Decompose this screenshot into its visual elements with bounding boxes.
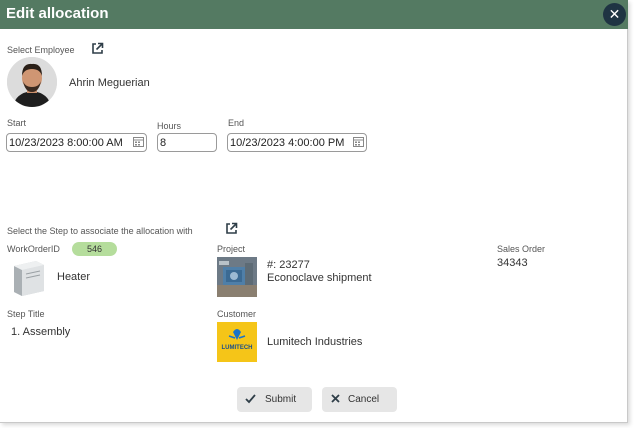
end-value: 10/23/2023 4:00:00 PM	[230, 137, 345, 149]
external-link-icon[interactable]	[225, 222, 238, 235]
select-employee-label: Select Employee	[7, 45, 75, 55]
workorder-name: Heater	[57, 271, 91, 283]
employee-name: Ahrin Meguerian	[69, 77, 150, 89]
employee-avatar	[7, 57, 57, 107]
sales-order-label: Sales Order	[497, 244, 546, 254]
calendar-icon[interactable]	[353, 136, 364, 147]
hours-label: Hours	[157, 121, 182, 131]
project-name: Econoclave shipment	[267, 272, 372, 284]
select-step-label: Select the Step to associate the allocat…	[7, 226, 193, 236]
start-value: 10/23/2023 8:00:00 AM	[9, 137, 123, 149]
project-label: Project	[217, 244, 246, 254]
project-image	[217, 257, 257, 297]
start-label: Start	[7, 118, 27, 128]
calendar-icon[interactable]	[133, 136, 144, 147]
customer-label: Customer	[217, 309, 257, 319]
end-datetime-input[interactable]: 10/23/2023 4:00:00 PM	[227, 133, 367, 152]
close-icon: ✕	[608, 6, 621, 22]
dialog-title: Edit allocation	[6, 5, 109, 22]
external-link-icon[interactable]	[91, 42, 104, 55]
step-title-label: Step Title	[7, 309, 45, 319]
heater-image	[8, 258, 48, 298]
cancel-x-icon	[331, 394, 340, 403]
hours-input[interactable]: 8	[157, 133, 217, 152]
edit-allocation-dialog: Edit allocation ✕ Select Employee Ahrin …	[0, 0, 628, 423]
submit-button[interactable]: Submit	[237, 387, 312, 412]
workorder-id-badge: 546	[72, 242, 117, 256]
project-number: #: 23277	[267, 259, 310, 271]
checkmark-icon	[245, 394, 256, 404]
sales-order-value: 34343	[497, 257, 528, 269]
customer-logo: LUMITECH	[217, 322, 257, 362]
customer-name: Lumitech Industries	[267, 336, 363, 348]
step-title-value: 1. Assembly	[11, 326, 71, 338]
submit-label: Submit	[265, 394, 297, 405]
hours-value: 8	[160, 137, 167, 149]
dialog-titlebar: Edit allocation ✕	[0, 0, 628, 29]
close-button[interactable]: ✕	[603, 3, 626, 26]
cancel-button[interactable]: Cancel	[322, 387, 397, 412]
customer-logo-text: LUMITECH	[221, 345, 253, 351]
workorder-label: WorkOrderID	[7, 244, 60, 254]
end-label: End	[228, 118, 245, 128]
cancel-label: Cancel	[348, 394, 380, 405]
start-datetime-input[interactable]: 10/23/2023 8:00:00 AM	[6, 133, 147, 152]
